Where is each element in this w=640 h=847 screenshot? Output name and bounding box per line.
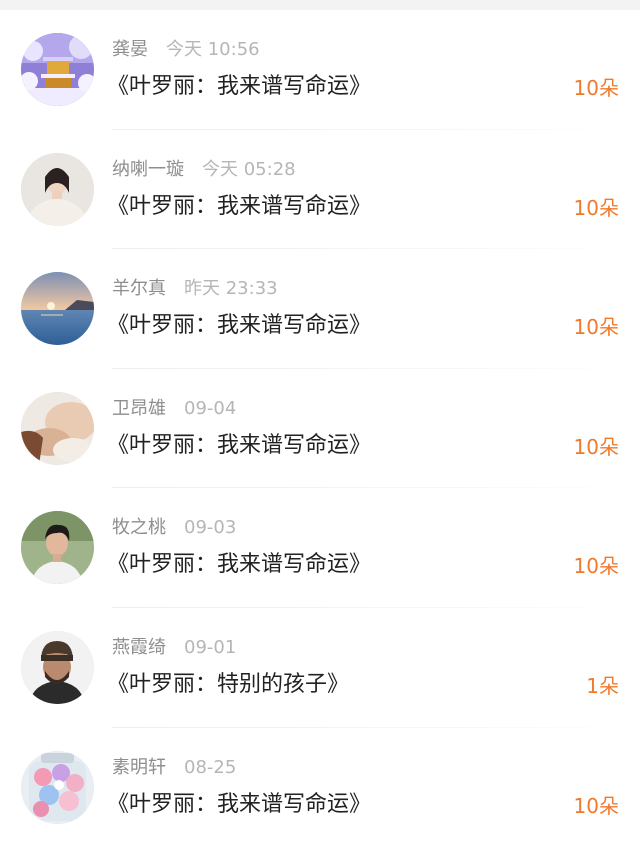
user-name[interactable]: 卫昂雄 [112, 398, 166, 419]
avatar[interactable] [21, 391, 94, 465]
list-item[interactable]: 龚晏 今天 10:56 《叶罗丽：我来谱写命运》 10朵 [0, 10, 640, 130]
gift-count: 10朵 [573, 554, 619, 579]
gift-count: 10朵 [573, 76, 619, 100]
timestamp: 今天 10:56 [166, 39, 260, 60]
book-title[interactable]: 《叶罗丽：特别的孩子》 [107, 670, 349, 700]
gift-record-list: 龚晏 今天 10:56 《叶罗丽：我来谱写命运》 10朵 纳喇一璇 今天 05:28… [0, 10, 640, 847]
book-title[interactable]: 《叶罗丽：我来谱写命运》 [107, 192, 371, 222]
avatar[interactable] [21, 272, 94, 346]
gift-count: 10朵 [573, 315, 619, 340]
top-strip [0, 0, 640, 10]
book-title[interactable]: 《叶罗丽：我来谱写命运》 [107, 311, 371, 341]
user-name[interactable]: 燕霞绮 [112, 637, 166, 658]
woman-portrait-avatar-icon [21, 152, 94, 226]
gift-count: 10朵 [573, 195, 619, 220]
user-name[interactable]: 素明轩 [112, 757, 166, 778]
timestamp: 09-01 [184, 636, 237, 658]
avatar[interactable] [21, 33, 94, 106]
avatar[interactable] [21, 630, 94, 704]
user-name[interactable]: 龚晏 [112, 39, 148, 60]
timestamp: 08-25 [184, 756, 237, 778]
user-name[interactable]: 羊尔真 [112, 278, 166, 299]
hands-avatar-icon [21, 391, 94, 465]
sunset-sea-avatar-icon [21, 272, 94, 346]
flower-jar-avatar-icon [21, 750, 94, 824]
list-item[interactable]: 素明轩 08-25 《叶罗丽：我来谱写命运》 10朵 [0, 728, 640, 847]
timestamp: 昨天 23:33 [184, 278, 278, 300]
bearded-man-avatar-icon [21, 630, 94, 704]
list-item[interactable]: 纳喇一璇 今天 05:28 《叶罗丽：我来谱写命运》 10朵 [0, 130, 640, 250]
list-item[interactable]: 燕霞绮 09-01 《叶罗丽：特别的孩子》 1朵 [0, 608, 640, 728]
timestamp: 今天 05:28 [202, 158, 296, 180]
list-item[interactable]: 卫昂雄 09-04 《叶罗丽：我来谱写命运》 10朵 [0, 369, 640, 489]
user-name[interactable]: 牧之桃 [112, 517, 166, 538]
list-item[interactable]: 牧之桃 09-03 《叶罗丽：我来谱写命运》 10朵 [0, 488, 640, 608]
book-title[interactable]: 《叶罗丽：我来谱写命运》 [107, 550, 371, 580]
avatar[interactable] [21, 511, 94, 585]
gift-count: 10朵 [573, 434, 619, 459]
book-title[interactable]: 《叶罗丽：我来谱写命运》 [107, 790, 371, 820]
timestamp: 09-04 [184, 397, 237, 419]
avatar[interactable] [21, 750, 94, 824]
gift-count: 10朵 [573, 793, 619, 818]
snow-temple-avatar-icon [21, 33, 94, 106]
timestamp: 09-03 [184, 517, 237, 539]
avatar[interactable] [21, 152, 94, 226]
user-name[interactable]: 纳喇一璇 [112, 159, 184, 180]
gift-count: 1朵 [586, 673, 619, 698]
book-title[interactable]: 《叶罗丽：我来谱写命运》 [107, 72, 371, 102]
young-man-avatar-icon [21, 511, 94, 585]
book-title[interactable]: 《叶罗丽：我来谱写命运》 [107, 431, 371, 461]
list-item[interactable]: 羊尔真 昨天 23:33 《叶罗丽：我来谱写命运》 10朵 [0, 249, 640, 369]
